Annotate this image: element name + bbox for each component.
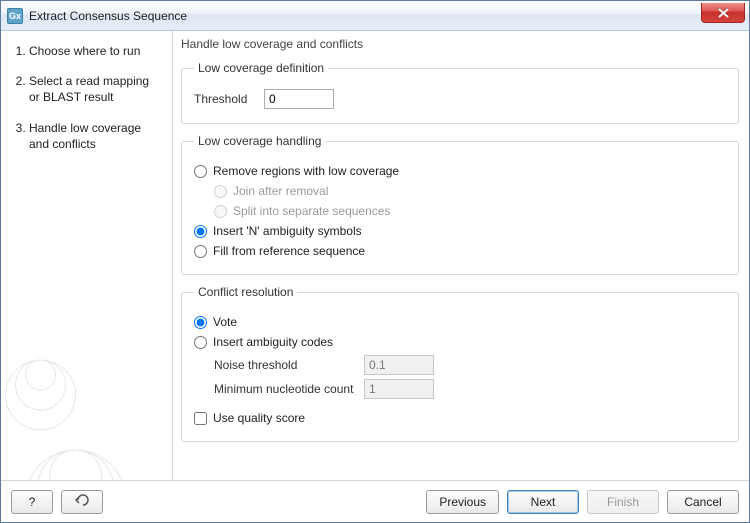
wizard-steps-list: Choose where to run Select a read mappin… xyxy=(11,43,162,152)
split-sequences-label: Split into separate sequences xyxy=(233,204,390,218)
fill-reference-radio[interactable] xyxy=(194,245,207,258)
group-legend: Low coverage definition xyxy=(194,61,328,75)
fill-reference-label: Fill from reference sequence xyxy=(213,244,365,258)
min-nucleotide-label: Minimum nucleotide count xyxy=(214,382,364,396)
main-panel: Handle low coverage and conflicts Low co… xyxy=(173,31,749,480)
close-icon xyxy=(718,8,729,18)
use-quality-checkbox[interactable] xyxy=(194,412,207,425)
threshold-label: Threshold xyxy=(194,92,264,106)
group-legend: Conflict resolution xyxy=(194,285,297,299)
low-coverage-handling-group: Low coverage handling Remove regions wit… xyxy=(181,134,739,275)
remove-regions-label: Remove regions with low coverage xyxy=(213,164,399,178)
wizard-step: Choose where to run xyxy=(29,43,162,59)
button-bar: ? Previous Next Finish Cancel xyxy=(1,480,749,522)
finish-button: Finish xyxy=(587,490,659,514)
wizard-step: Handle low coverage and conflicts xyxy=(29,120,162,152)
app-icon: Gx xyxy=(7,8,23,24)
decorative-spiral-icon xyxy=(1,290,161,480)
use-quality-label: Use quality score xyxy=(213,411,305,425)
close-button[interactable] xyxy=(701,3,745,23)
help-button[interactable]: ? xyxy=(11,490,53,514)
titlebar: Gx Extract Consensus Sequence xyxy=(1,1,749,31)
insert-n-label: Insert 'N' ambiguity symbols xyxy=(213,224,362,238)
split-sequences-radio xyxy=(214,205,227,218)
join-after-removal-radio xyxy=(214,185,227,198)
wizard-step: Select a read mapping or BLAST result xyxy=(29,73,162,105)
panel-scroll: Low coverage definition Threshold Low co… xyxy=(173,55,749,480)
body-area: Choose where to run Select a read mappin… xyxy=(1,31,749,480)
low-coverage-definition-group: Low coverage definition Threshold xyxy=(181,61,739,124)
noise-threshold-label: Noise threshold xyxy=(214,358,364,372)
vote-label: Vote xyxy=(213,315,237,329)
undo-icon xyxy=(74,494,90,506)
window-title: Extract Consensus Sequence xyxy=(29,9,187,23)
dialog-window: Gx Extract Consensus Sequence Choose whe… xyxy=(0,0,750,523)
noise-threshold-input xyxy=(364,355,434,375)
previous-button[interactable]: Previous xyxy=(426,490,499,514)
remove-regions-radio[interactable] xyxy=(194,165,207,178)
wizard-sidebar: Choose where to run Select a read mappin… xyxy=(1,31,173,480)
threshold-input[interactable] xyxy=(264,89,334,109)
group-legend: Low coverage handling xyxy=(194,134,325,148)
vote-radio[interactable] xyxy=(194,316,207,329)
insert-n-radio[interactable] xyxy=(194,225,207,238)
join-after-removal-label: Join after removal xyxy=(233,184,328,198)
conflict-resolution-group: Conflict resolution Vote Insert ambiguit… xyxy=(181,285,739,442)
min-nucleotide-input xyxy=(364,379,434,399)
ambiguity-codes-radio[interactable] xyxy=(194,336,207,349)
page-title: Handle low coverage and conflicts xyxy=(173,31,749,55)
reset-button[interactable] xyxy=(61,490,103,514)
cancel-button[interactable]: Cancel xyxy=(667,490,739,514)
ambiguity-codes-label: Insert ambiguity codes xyxy=(213,335,333,349)
next-button[interactable]: Next xyxy=(507,490,579,514)
